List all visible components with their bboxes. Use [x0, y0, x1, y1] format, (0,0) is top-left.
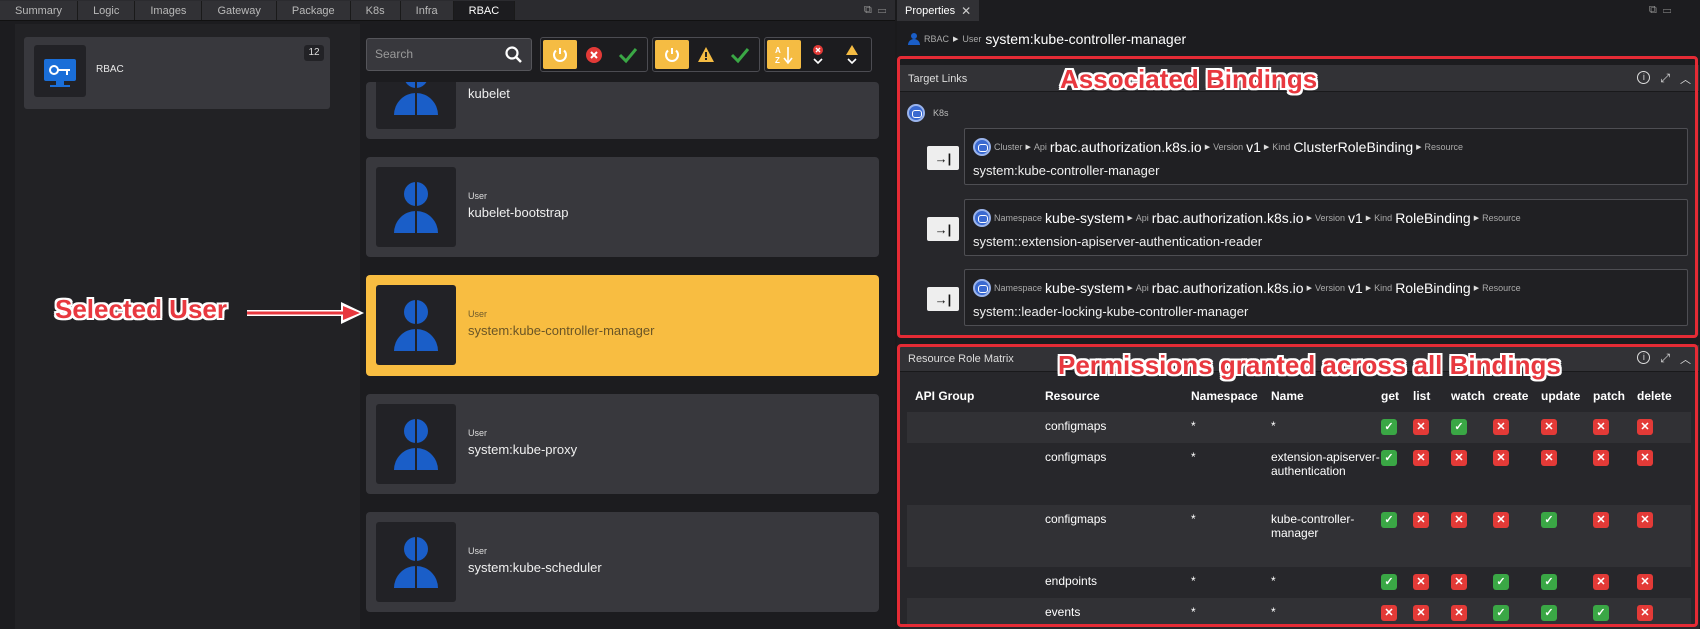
- user-name: kubelet-bootstrap: [468, 205, 569, 220]
- search-icon[interactable]: [505, 46, 523, 64]
- warning-sort-icon: [846, 44, 858, 64]
- user-name: system:kube-scheduler: [468, 560, 602, 575]
- user-name: system:kube-proxy: [468, 442, 578, 457]
- error-filter-button[interactable]: [577, 40, 611, 69]
- ok-filter-button-2[interactable]: [723, 40, 757, 69]
- warning-icon: [698, 46, 714, 62]
- category-label: RBAC: [96, 64, 124, 75]
- window-controls-right[interactable]: ⧉▭: [1649, 4, 1677, 17]
- svg-text:A: A: [775, 46, 781, 55]
- count-badge: 12: [304, 45, 324, 61]
- user-avatar-icon: [376, 522, 456, 602]
- highlight-box-permissions: [897, 344, 1698, 627]
- annotation-selected-user: Selected User: [55, 294, 227, 324]
- user-avatar-icon: [376, 285, 456, 365]
- warning-filter-button[interactable]: [689, 40, 723, 69]
- sort-az-button[interactable]: A Z: [767, 40, 801, 69]
- breadcrumb-rbac: RBAC: [924, 34, 950, 44]
- tab-package[interactable]: Package: [276, 1, 351, 20]
- user-card-kubelet-bootstrap[interactable]: User kubelet-bootstrap: [366, 157, 879, 257]
- user-avatar-icon: [376, 167, 456, 247]
- user-name: kubelet: [468, 86, 510, 101]
- sort-az-icon: A Z: [775, 46, 793, 65]
- user-card-kube-proxy[interactable]: User system:kube-proxy: [366, 394, 879, 494]
- user-card-kube-controller-manager[interactable]: User system:kube-controller-manager: [366, 275, 879, 376]
- chevron-right-icon: ▶: [953, 36, 959, 43]
- rbac-category-card[interactable]: RBAC 12: [24, 37, 330, 109]
- user-avatar-icon: [376, 404, 456, 484]
- tab-infra[interactable]: Infra: [400, 1, 454, 20]
- ok-filter-button[interactable]: [611, 40, 645, 69]
- key-icon: [34, 45, 86, 97]
- highlight-box-bindings: [897, 56, 1698, 338]
- tab-gateway[interactable]: Gateway: [202, 1, 277, 20]
- tab-summary[interactable]: Summary: [0, 1, 79, 20]
- tab-logic[interactable]: Logic: [78, 1, 136, 20]
- tab-rbac[interactable]: RBAC: [453, 1, 516, 20]
- error-icon: [586, 46, 602, 63]
- search-box[interactable]: [366, 38, 532, 71]
- user-card-kube-scheduler[interactable]: User system:kube-scheduler: [366, 512, 879, 612]
- power-toggle-button-2[interactable]: [655, 40, 689, 69]
- close-icon[interactable]: ✕: [961, 4, 971, 18]
- status-filter-group: [540, 37, 648, 72]
- sort-warning-button[interactable]: [835, 40, 869, 69]
- user-name: system:kube-controller-manager: [468, 323, 655, 338]
- properties-tab-label: Properties: [905, 4, 956, 17]
- breadcrumb: RBAC ▶ User system:kube-controller-manag…: [908, 31, 1186, 47]
- window-controls[interactable]: ⧉▭: [864, 4, 892, 17]
- properties-tab[interactable]: Properties ✕: [897, 0, 980, 21]
- power-icon: [553, 47, 567, 62]
- power-icon: [665, 47, 679, 62]
- breadcrumb-name: system:kube-controller-manager: [985, 31, 1187, 47]
- power-toggle-button[interactable]: [543, 40, 577, 69]
- error-sort-icon: [813, 44, 823, 64]
- user-icon: [908, 33, 920, 45]
- user-kind: User: [468, 546, 488, 556]
- tab-k8s[interactable]: K8s: [350, 1, 401, 20]
- svg-text:Z: Z: [775, 56, 780, 65]
- breadcrumb-kind: User: [962, 34, 982, 44]
- user-avatar-icon: [376, 82, 456, 129]
- check-icon: [618, 47, 638, 63]
- annotation-permissions: Permissions granted across all Bindings: [1058, 350, 1561, 380]
- warning-filter-group: [652, 37, 760, 72]
- user-card-kubelet[interactable]: kubelet: [366, 82, 879, 139]
- user-kind: User: [468, 309, 488, 319]
- tab-images[interactable]: Images: [135, 1, 203, 20]
- view-tabs: Summary Logic Images Gateway Package K8s…: [0, 0, 895, 21]
- check-icon: [730, 47, 750, 63]
- search-input[interactable]: [375, 47, 495, 61]
- sort-group: A Z: [764, 37, 872, 72]
- sort-error-button[interactable]: [801, 40, 835, 69]
- annotation-associated-bindings: Associated Bindings: [1060, 64, 1318, 94]
- user-kind: User: [468, 191, 488, 201]
- user-kind: User: [468, 428, 488, 438]
- annotation-arrow: [247, 302, 364, 324]
